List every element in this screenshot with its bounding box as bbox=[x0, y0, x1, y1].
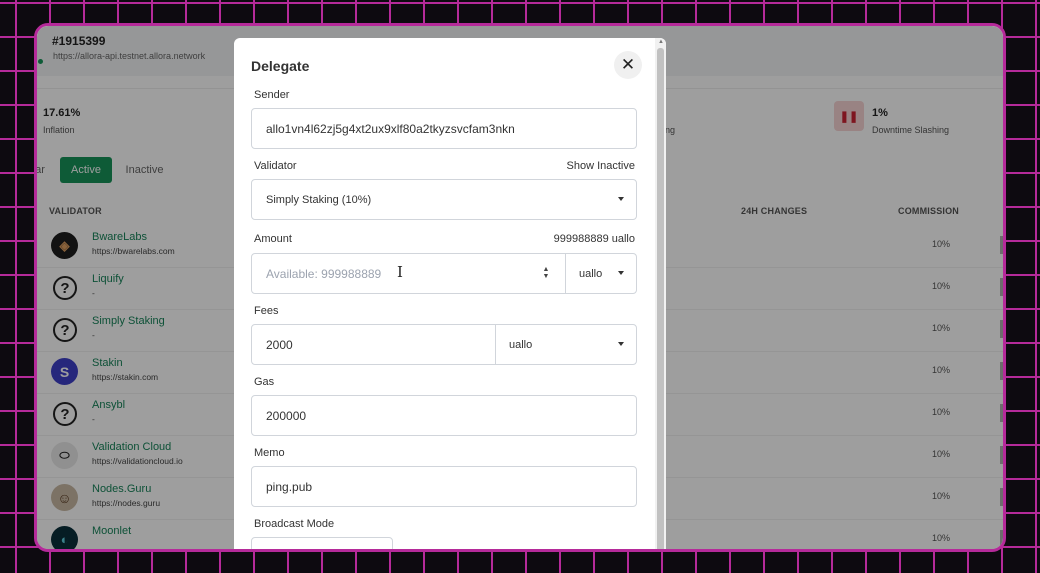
chevron-down-icon bbox=[618, 271, 624, 275]
chevron-down-icon bbox=[618, 342, 624, 346]
amount-label: Amount bbox=[254, 233, 292, 245]
amount-input[interactable]: Available: 999988889 I ▲ ▼ bbox=[251, 253, 566, 294]
fees-unit-select[interactable]: uallo bbox=[495, 324, 637, 365]
window-frame: #1915399 https://allora-api.testnet.allo… bbox=[34, 23, 1006, 552]
fees-value: 2000 bbox=[266, 337, 293, 352]
validator-selected: Simply Staking (10%) bbox=[266, 193, 372, 206]
memo-value: ping.pub bbox=[266, 479, 313, 494]
amount-unit: uallo bbox=[579, 267, 603, 280]
scroll-up-icon[interactable]: ▲ bbox=[658, 39, 664, 45]
gas-label: Gas bbox=[254, 376, 275, 388]
close-icon: ✕ bbox=[620, 55, 636, 74]
gas-value: 200000 bbox=[266, 408, 307, 423]
fees-label: Fees bbox=[254, 305, 279, 317]
fees-unit: uallo bbox=[509, 338, 533, 351]
broadcast-mode-label: Broadcast Mode bbox=[254, 518, 335, 530]
validator-select[interactable]: Simply Staking (10%) bbox=[251, 179, 637, 220]
amount-balance: 999988889 uallo bbox=[553, 233, 635, 245]
scrollbar-thumb[interactable] bbox=[657, 48, 664, 549]
show-inactive-toggle[interactable]: Show Inactive bbox=[567, 160, 635, 172]
modal-scrollbar[interactable]: ▲ bbox=[655, 38, 666, 549]
number-spinner[interactable]: ▲ ▼ bbox=[541, 266, 551, 282]
memo-input[interactable]: ping.pub bbox=[251, 466, 637, 507]
close-button[interactable]: ✕ bbox=[614, 51, 642, 79]
modal-title: Delegate bbox=[251, 58, 310, 74]
validator-label: Validator bbox=[254, 160, 297, 172]
chevron-down-icon bbox=[618, 197, 624, 201]
delegate-modal: ▲ Delegate ✕ Sender allo1vn4l62zj5g4xt2u… bbox=[234, 38, 666, 549]
amount-unit-select[interactable]: uallo bbox=[565, 253, 637, 294]
fees-input[interactable]: 2000 bbox=[251, 324, 496, 365]
sender-label: Sender bbox=[254, 89, 290, 101]
broadcast-mode-select[interactable] bbox=[251, 537, 393, 549]
text-cursor-icon: I bbox=[397, 263, 403, 281]
sender-input[interactable]: allo1vn4l62zj5g4xt2ux9xlf80a2tkyzsvcfam3… bbox=[251, 108, 637, 149]
gas-input[interactable]: 200000 bbox=[251, 395, 637, 436]
memo-label: Memo bbox=[254, 447, 285, 459]
sender-address: allo1vn4l62zj5g4xt2ux9xlf80a2tkyzsvcfam3… bbox=[266, 121, 515, 136]
amount-placeholder: Available: 999988889 bbox=[266, 266, 382, 281]
